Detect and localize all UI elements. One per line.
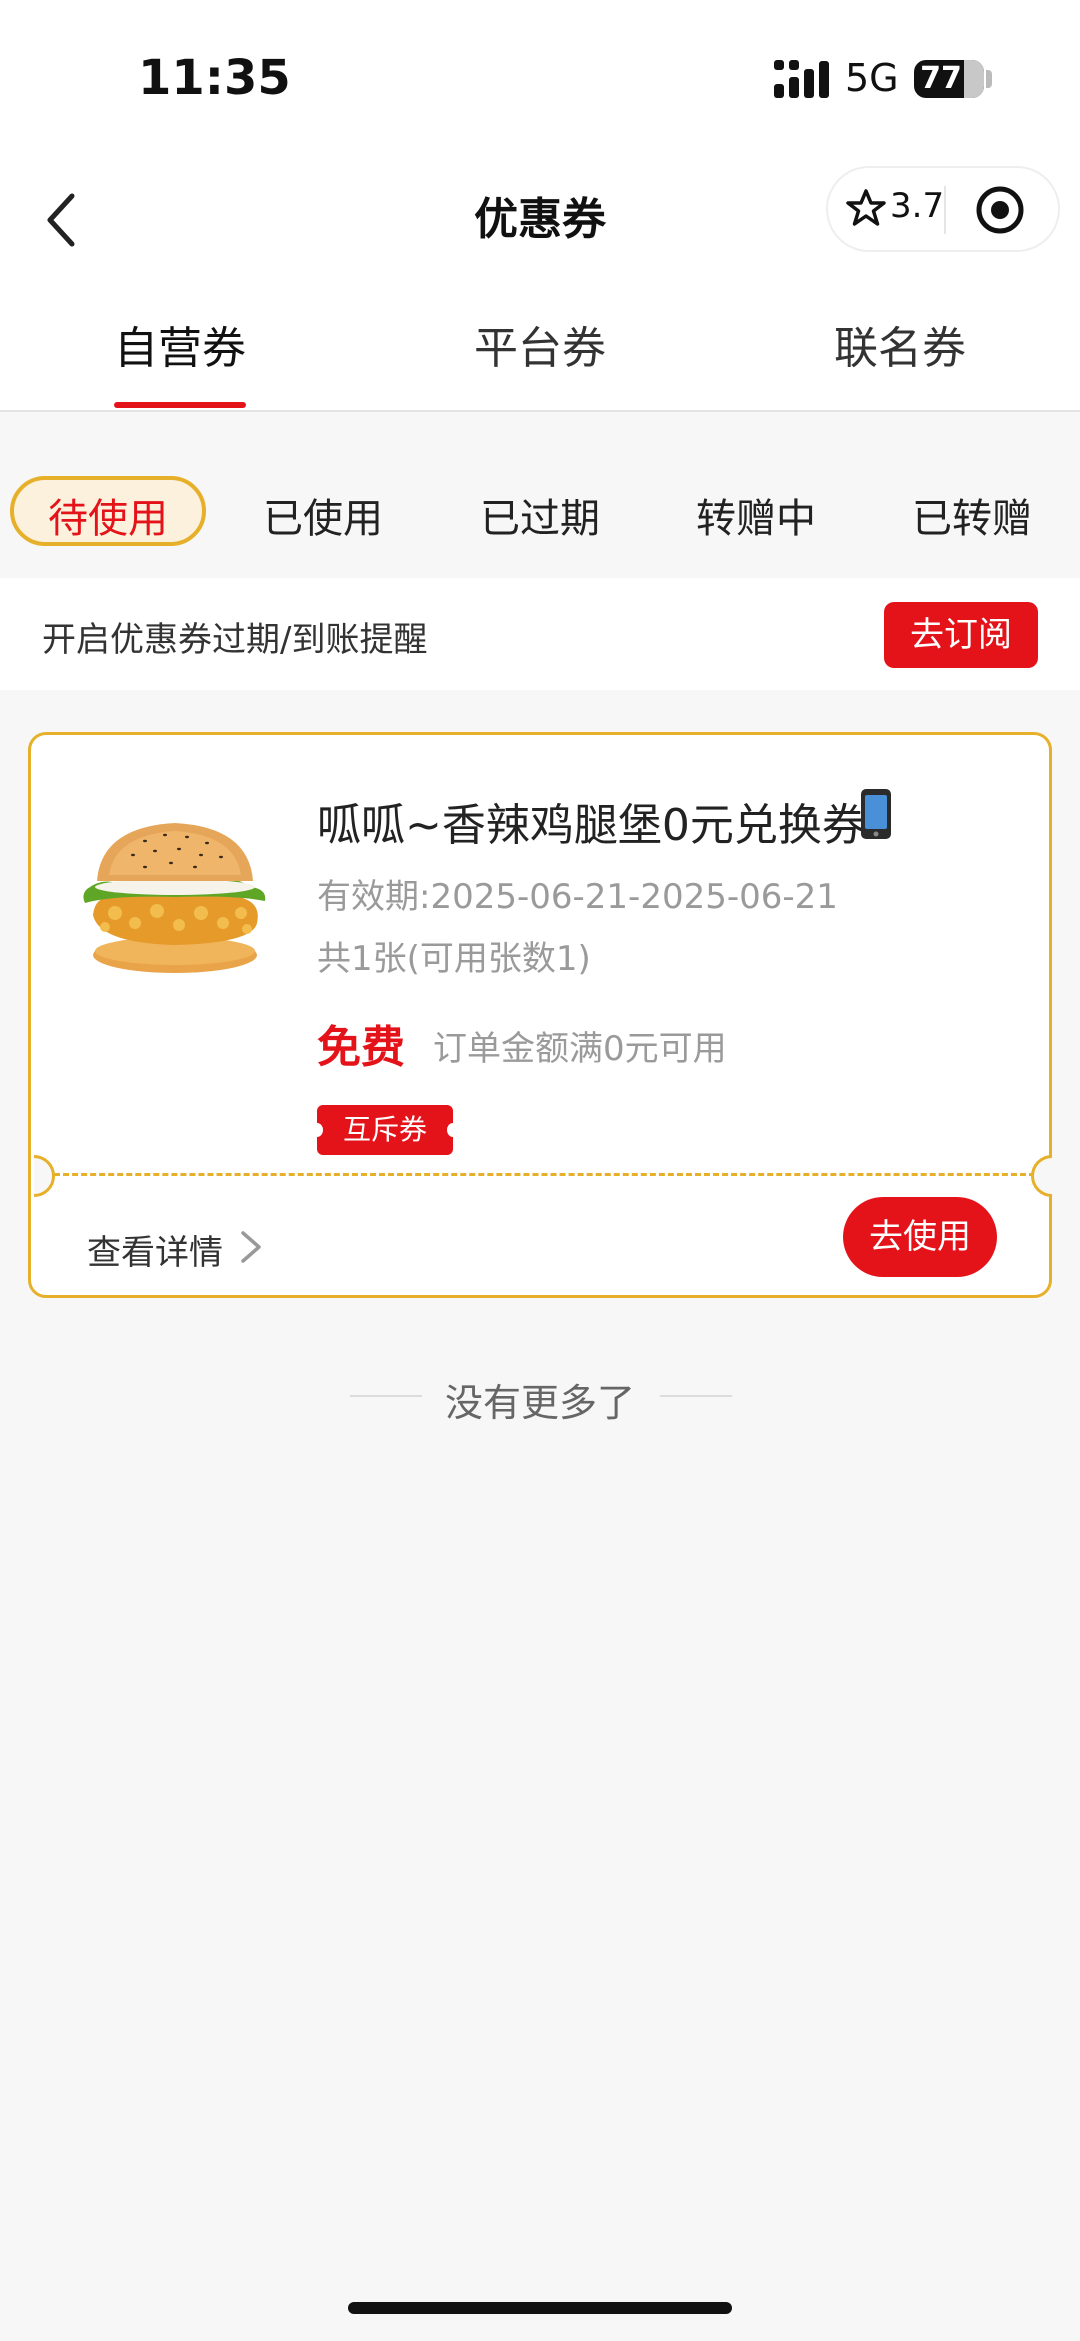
- filter-gifting[interactable]: 转赠中: [666, 486, 846, 544]
- card-notch-left: [34, 1155, 55, 1197]
- mobile-phone-icon: [861, 789, 891, 839]
- filter-expired[interactable]: 已过期: [450, 486, 630, 544]
- tab-self-operated[interactable]: 自营券: [60, 312, 300, 376]
- subscribe-text: 开启优惠券过期/到账提醒: [42, 620, 428, 660]
- tag-notch: [447, 1123, 459, 1137]
- divider-right: [660, 1395, 732, 1397]
- coupon-validity: 有效期:2025-06-21-2025-06-21: [317, 877, 838, 917]
- battery-empty-segment: [964, 60, 984, 98]
- subscribe-banner: 开启优惠券过期/到账提醒 去订阅: [0, 578, 1080, 690]
- filter-used[interactable]: 已使用: [233, 486, 413, 544]
- status-bar: 11:35 5G 77: [0, 0, 1080, 160]
- use-coupon-button[interactable]: 去使用: [843, 1197, 997, 1277]
- coupon-title: 呱呱~香辣鸡腿堡0元兑换券: [317, 800, 866, 851]
- filter-gifted[interactable]: 已转赠: [882, 486, 1062, 544]
- coupon-condition: 订单金额满0元可用: [433, 1029, 727, 1069]
- no-more-text: 没有更多了: [444, 1381, 635, 1425]
- star-icon[interactable]: [846, 188, 886, 228]
- nav-header: 优惠券 3.7: [0, 160, 1080, 280]
- view-details-link[interactable]: 查看详情: [87, 1225, 223, 1274]
- network-type: 5G: [845, 56, 899, 100]
- capsule-divider: [944, 186, 946, 234]
- card-notch-right: [1031, 1155, 1052, 1197]
- coupon-card: 呱呱~香辣鸡腿堡0元兑换券 有效期:2025-06-21-2025-06-21 …: [28, 732, 1052, 1298]
- coupon-price: 免费: [317, 1022, 405, 1073]
- close-target-icon[interactable]: [974, 184, 1026, 236]
- perforation-line: [45, 1173, 1035, 1176]
- signal-icon: [774, 60, 829, 98]
- filter-pending[interactable]: 待使用: [10, 486, 206, 544]
- coupon-type-tabs: 自营券 平台券 联名券: [0, 280, 1080, 412]
- status-filters: 待使用 已使用 已过期 转赠中 已转赠: [0, 412, 1080, 578]
- tab-platform[interactable]: 平台券: [420, 312, 660, 376]
- battery-level: 77: [920, 61, 962, 96]
- home-indicator[interactable]: [348, 2302, 732, 2314]
- subscribe-button[interactable]: 去订阅: [884, 602, 1038, 668]
- status-time: 11:35: [138, 50, 291, 106]
- burger-image: [83, 823, 266, 973]
- chevron-right-icon[interactable]: [239, 1227, 263, 1267]
- exclusive-tag: 互斥券: [317, 1105, 453, 1155]
- tag-notch: [311, 1123, 323, 1137]
- battery-cap: [986, 70, 992, 88]
- coupon-count: 共1张(可用张数1): [317, 939, 591, 979]
- tab-co-branded[interactable]: 联名券: [780, 312, 1020, 376]
- mini-program-capsule: 3.7: [826, 166, 1060, 252]
- rating-value[interactable]: 3.7: [890, 186, 944, 226]
- active-tab-indicator: [114, 402, 246, 408]
